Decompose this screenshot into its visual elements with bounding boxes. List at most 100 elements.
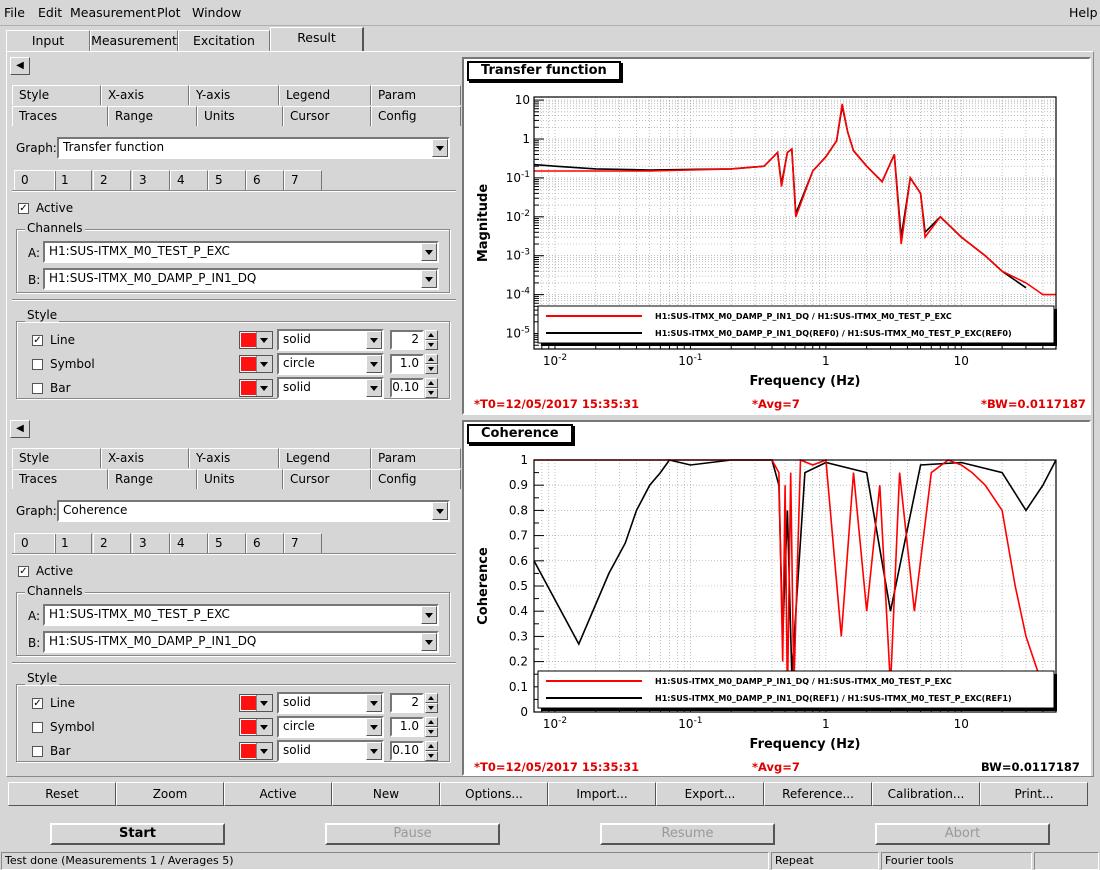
subtab-y-axis[interactable]: Y-axis bbox=[189, 448, 279, 468]
line-color-picker[interactable] bbox=[239, 331, 273, 349]
chevron-down-icon[interactable] bbox=[256, 356, 272, 372]
trace-tab-5[interactable]: 5 bbox=[208, 533, 246, 553]
chevron-down-icon[interactable] bbox=[366, 379, 382, 397]
chevron-down-icon[interactable] bbox=[256, 719, 272, 735]
subtab-style[interactable]: Style bbox=[12, 85, 101, 105]
start-button[interactable]: Start bbox=[50, 823, 225, 845]
subtab-cursor[interactable]: Cursor bbox=[283, 469, 371, 489]
channel-b-select[interactable]: H1:SUS-ITMX_M0_DAMP_P_IN1_DQ bbox=[43, 631, 439, 653]
graph-select[interactable]: Transfer function bbox=[57, 137, 450, 159]
coherence-chart[interactable]: 10-2 10-1 1 10 0 0.1 0.2 0.3 0.4 0.5 0.6 0.7 0.8 0.9 1… bbox=[464, 422, 1089, 774]
bar-checkbox[interactable] bbox=[32, 383, 43, 394]
symbol-size-spinner[interactable]: 1.0 bbox=[390, 354, 438, 374]
bar-checkbox[interactable] bbox=[32, 746, 43, 757]
new-button[interactable]: New bbox=[332, 782, 440, 806]
channel-b-select[interactable]: H1:SUS-ITMX_M0_DAMP_P_IN1_DQ bbox=[43, 268, 439, 290]
chevron-down-icon[interactable] bbox=[256, 332, 272, 348]
symbol-color-picker[interactable] bbox=[239, 355, 273, 373]
subtab-range[interactable]: Range bbox=[108, 106, 197, 126]
chevron-down-icon[interactable] bbox=[421, 633, 437, 651]
line-style-select[interactable]: solid bbox=[277, 692, 384, 714]
line-size-value[interactable]: 2 bbox=[390, 693, 424, 713]
chevron-down-icon[interactable] bbox=[256, 695, 272, 711]
spin-down-icon[interactable] bbox=[425, 751, 438, 761]
transfer-function-pane[interactable]: Transfer function 10-2 10-1 1 10 10-5 10-4 10-… bbox=[462, 57, 1091, 415]
menu-help[interactable]: Help bbox=[1069, 5, 1098, 20]
symbol-checkbox[interactable] bbox=[32, 359, 43, 370]
transfer-function-chart[interactable]: 10-2 10-1 1 10 10-5 10-4 10-3 10-2 10-1 1 10 Freque… bbox=[464, 59, 1089, 413]
reference-button[interactable]: Reference... bbox=[764, 782, 872, 806]
line-style-select[interactable]: solid bbox=[277, 329, 384, 351]
trace-tab-3[interactable]: 3 bbox=[132, 533, 170, 553]
trace-tab-2[interactable]: 2 bbox=[93, 533, 131, 553]
subtab-range[interactable]: Range bbox=[108, 469, 197, 489]
spin-up-icon[interactable] bbox=[425, 330, 438, 340]
spin-up-icon[interactable] bbox=[425, 354, 438, 364]
trace-tab-4[interactable]: 4 bbox=[170, 533, 208, 553]
menu-edit[interactable]: Edit bbox=[38, 5, 62, 20]
symbol-color-picker[interactable] bbox=[239, 718, 273, 736]
subtab-config[interactable]: Config bbox=[371, 106, 461, 126]
tab-result[interactable]: Result bbox=[270, 27, 364, 52]
trace-tab-0[interactable]: 0 bbox=[14, 533, 56, 553]
subtab-param[interactable]: Param bbox=[371, 85, 461, 105]
spin-up-icon[interactable] bbox=[425, 717, 438, 727]
pause-button[interactable]: Pause bbox=[325, 823, 500, 845]
chevron-down-icon[interactable] bbox=[432, 139, 448, 157]
chevron-down-icon[interactable] bbox=[432, 502, 448, 520]
symbol-size-value[interactable]: 1.0 bbox=[390, 717, 424, 737]
line-checkbox[interactable]: ✓ bbox=[32, 698, 43, 709]
subtab-x-axis[interactable]: X-axis bbox=[101, 448, 189, 468]
subtab-style[interactable]: Style bbox=[12, 448, 101, 468]
channel-a-select[interactable]: H1:SUS-ITMX_M0_TEST_P_EXC bbox=[43, 604, 439, 626]
trace-tab-4[interactable]: 4 bbox=[170, 170, 208, 190]
chevron-down-icon[interactable] bbox=[366, 355, 382, 373]
bar-color-picker[interactable] bbox=[239, 742, 273, 760]
line-size-spinner[interactable]: 2 bbox=[390, 693, 438, 713]
chevron-down-icon[interactable] bbox=[366, 331, 382, 349]
chevron-down-icon[interactable] bbox=[366, 718, 382, 736]
chevron-down-icon[interactable] bbox=[256, 743, 272, 759]
chevron-down-icon[interactable] bbox=[366, 694, 382, 712]
bar-size-spinner[interactable]: 0.10 bbox=[390, 741, 438, 761]
line-size-value[interactable]: 2 bbox=[390, 330, 424, 350]
subtab-traces[interactable]: Traces bbox=[12, 469, 108, 489]
print-button[interactable]: Print... bbox=[980, 782, 1088, 806]
resume-button[interactable]: Resume bbox=[600, 823, 775, 845]
active-checkbox[interactable]: ✓ bbox=[18, 566, 29, 577]
trace-tab-7[interactable]: 7 bbox=[284, 533, 322, 553]
menu-file[interactable]: File bbox=[4, 5, 25, 20]
channel-a-select[interactable]: H1:SUS-ITMX_M0_TEST_P_EXC bbox=[43, 241, 439, 263]
chevron-down-icon[interactable] bbox=[256, 380, 272, 396]
options-button[interactable]: Options... bbox=[440, 782, 548, 806]
symbol-style-select[interactable]: circle bbox=[277, 353, 384, 375]
spin-down-icon[interactable] bbox=[425, 703, 438, 713]
line-color-picker[interactable] bbox=[239, 694, 273, 712]
coherence-pane[interactable]: Coherence 10-2 10-1 1 10 0 0.1 0.2 0.3 0.4 0.5 0.6… bbox=[462, 420, 1091, 776]
bar-size-value[interactable]: 0.10 bbox=[390, 378, 424, 398]
trace-tab-3[interactable]: 3 bbox=[132, 170, 170, 190]
symbol-size-spinner[interactable]: 1.0 bbox=[390, 717, 438, 737]
subtab-config[interactable]: Config bbox=[371, 469, 461, 489]
collapse-panel-button[interactable]: ◀ bbox=[10, 420, 30, 438]
subtab-traces[interactable]: Traces bbox=[12, 106, 108, 126]
graph-select[interactable]: Coherence bbox=[57, 500, 450, 522]
chevron-down-icon[interactable] bbox=[421, 270, 437, 288]
trace-tab-0[interactable]: 0 bbox=[14, 170, 56, 190]
trace-tab-6[interactable]: 6 bbox=[246, 170, 284, 190]
spin-up-icon[interactable] bbox=[425, 741, 438, 751]
menu-window[interactable]: Window bbox=[192, 5, 241, 20]
subtab-cursor[interactable]: Cursor bbox=[283, 106, 371, 126]
import-button[interactable]: Import... bbox=[548, 782, 656, 806]
active-button[interactable]: Active bbox=[224, 782, 332, 806]
subtab-units[interactable]: Units bbox=[197, 469, 283, 489]
calibration-button[interactable]: Calibration... bbox=[872, 782, 980, 806]
trace-tab-7[interactable]: 7 bbox=[284, 170, 322, 190]
bar-style-select[interactable]: solid bbox=[277, 377, 384, 399]
spin-up-icon[interactable] bbox=[425, 378, 438, 388]
bar-size-spinner[interactable]: 0.10 bbox=[390, 378, 438, 398]
symbol-size-value[interactable]: 1.0 bbox=[390, 354, 424, 374]
spin-down-icon[interactable] bbox=[425, 340, 438, 350]
menu-plot[interactable]: Plot bbox=[157, 5, 181, 20]
tab-input[interactable]: Input bbox=[6, 30, 90, 52]
